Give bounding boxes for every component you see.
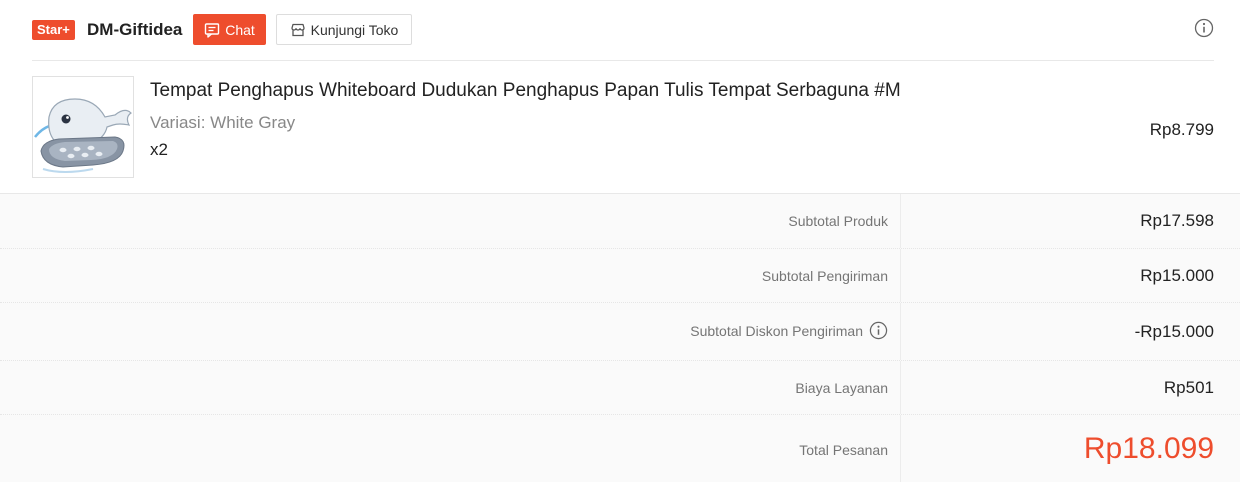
summary-value: Rp15.000 xyxy=(1140,266,1214,285)
chat-button[interactable]: Chat xyxy=(193,14,266,45)
product-quantity: x2 xyxy=(150,140,168,159)
column-divider xyxy=(900,415,901,482)
order-total-value: Rp18.099 xyxy=(1083,432,1214,465)
summary-label: Subtotal Produk xyxy=(788,213,888,229)
summary-label: Biaya Layanan xyxy=(795,380,888,396)
summary-row-biaya-layanan: Biaya Layanan Rp501 xyxy=(0,361,1240,415)
product-item[interactable]: Tempat Penghapus Whiteboard Dudukan Peng… xyxy=(0,61,1240,193)
product-variant: Variasi: White Gray xyxy=(150,113,296,132)
visit-shop-button[interactable]: Kunjungi Toko xyxy=(276,14,412,45)
chat-button-label: Chat xyxy=(225,21,255,38)
summary-value: Rp17.598 xyxy=(1140,211,1214,230)
column-divider xyxy=(900,249,901,302)
summary-row-subtotal-produk: Subtotal Produk Rp17.598 xyxy=(0,194,1240,249)
shop-name[interactable]: DM-Giftidea xyxy=(87,19,182,41)
product-title[interactable]: Tempat Penghapus Whiteboard Dudukan Peng… xyxy=(150,79,901,103)
info-icon[interactable] xyxy=(1194,18,1214,38)
visit-shop-label: Kunjungi Toko xyxy=(310,21,399,38)
shop-icon xyxy=(290,23,305,36)
summary-label: Subtotal Pengiriman xyxy=(761,268,888,284)
summary-value: Rp501 xyxy=(1163,378,1214,397)
star-plus-badge: Star+ xyxy=(32,20,75,40)
summary-label: Subtotal Diskon Pengiriman xyxy=(690,321,888,340)
product-thumbnail[interactable] xyxy=(32,76,134,178)
summary-label: Total Pesanan xyxy=(799,442,888,458)
column-divider xyxy=(900,194,901,248)
info-icon[interactable] xyxy=(869,321,888,340)
summary-row-total-pesanan: Total Pesanan Rp18.099 xyxy=(0,415,1240,482)
summary-row-diskon-pengiriman: Subtotal Diskon Pengiriman -Rp15.000 xyxy=(0,303,1240,361)
summary-row-subtotal-pengiriman: Subtotal Pengiriman Rp15.000 xyxy=(0,249,1240,303)
summary-value: -Rp15.000 xyxy=(1134,322,1214,341)
chat-icon xyxy=(205,22,220,38)
order-summary: Subtotal Produk Rp17.598 Subtotal Pengir… xyxy=(0,193,1240,482)
column-divider xyxy=(900,361,901,414)
whale-eraser-holder-image xyxy=(33,77,133,177)
column-divider xyxy=(900,303,901,360)
product-price: Rp8.799 xyxy=(1149,120,1214,139)
shop-header: Star+ DM-Giftidea Chat Kunjungi Toko xyxy=(0,0,1240,60)
